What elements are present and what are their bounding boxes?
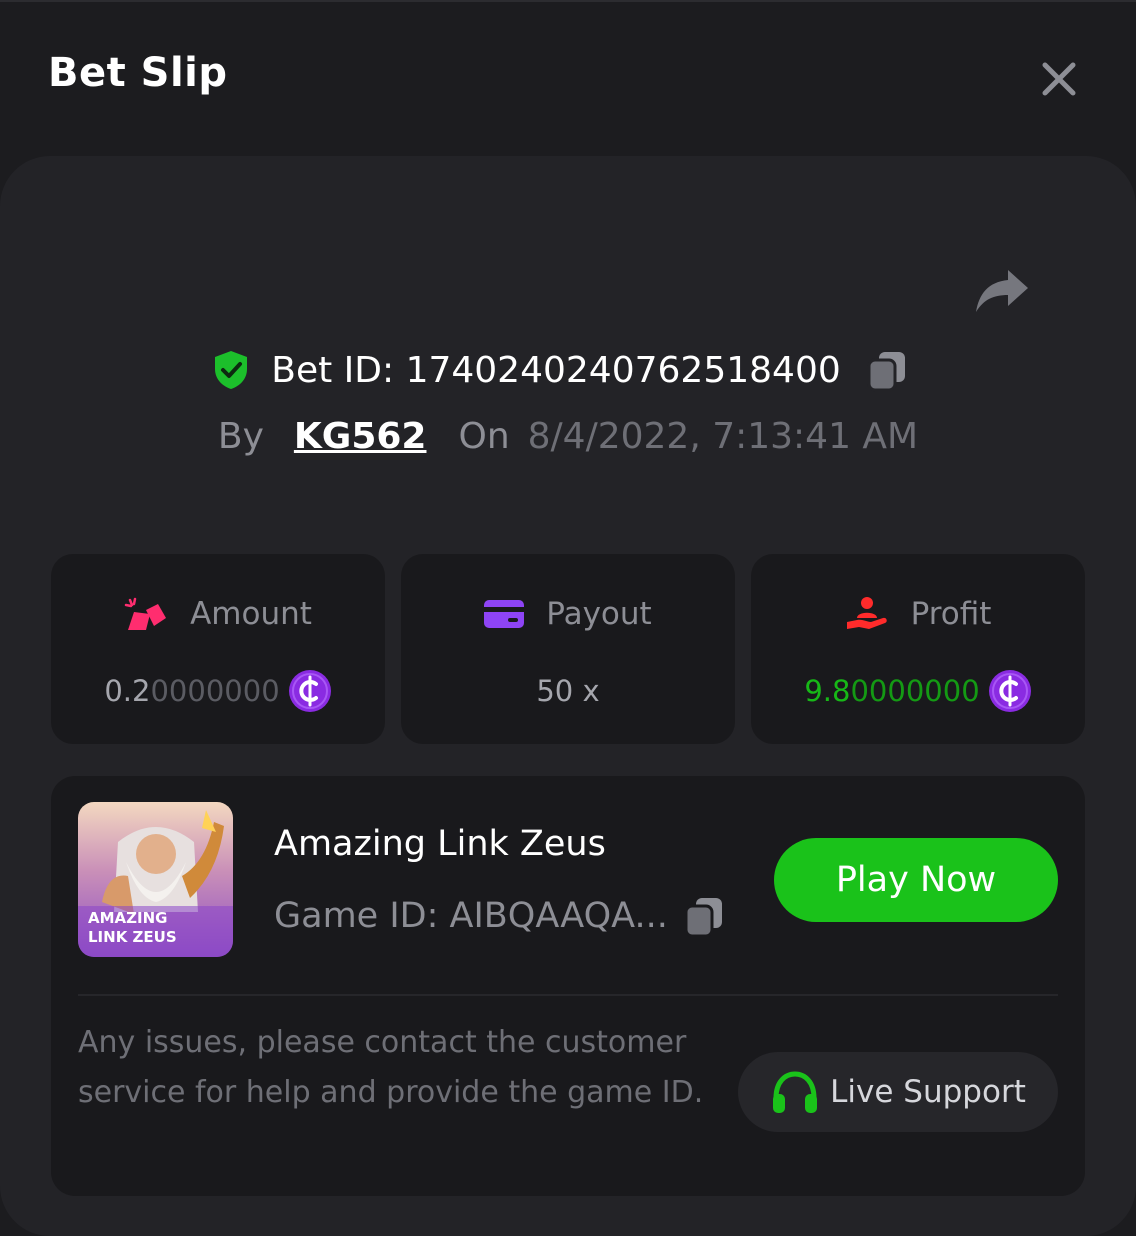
bet-id-row: Bet ID: 1740240240762518400 — [0, 344, 1136, 396]
on-label: On — [458, 415, 510, 457]
headset-icon — [773, 1071, 818, 1113]
by-label: By — [217, 415, 264, 457]
copy-icon[interactable] — [682, 894, 726, 938]
amount-label: Amount — [190, 596, 312, 632]
coin-icon — [988, 670, 1031, 712]
close-button[interactable] — [1036, 56, 1082, 102]
amount-value-main: 0.2 — [104, 674, 151, 708]
payout-label: Payout — [546, 596, 652, 632]
bet-datetime: 8/4/2022, 7:13:41 AM — [527, 415, 919, 457]
thumb-title-line1: AMAZING — [88, 909, 167, 927]
game-id: Game ID: AIBQAAQA... — [274, 896, 668, 936]
profit-label: Profit — [910, 596, 992, 632]
bet-meta-row: By KG562 On 8/4/2022, 7:13:41 AM — [0, 410, 1136, 462]
close-icon — [1042, 62, 1076, 96]
amount-tile: Amount 0.2 0000000 — [51, 554, 385, 744]
live-support-label: Live Support — [830, 1074, 1026, 1110]
profit-value-main: 9.8 — [804, 674, 851, 708]
divider — [78, 994, 1058, 996]
page-title: Bet Slip — [48, 50, 228, 96]
profit-tile: Profit 9.8 0000000 — [751, 554, 1085, 744]
payout-value: 50 x — [536, 674, 600, 708]
payout-tile: Payout 50 x — [401, 554, 735, 744]
game-thumbnail[interactable]: AMAZING LINK ZEUS — [78, 802, 233, 957]
amount-value-trailing: 0000000 — [150, 674, 280, 708]
thumb-title-line2: LINK ZEUS — [88, 928, 177, 946]
copy-icon[interactable] — [865, 348, 909, 392]
coins-icon — [124, 597, 167, 630]
coin-icon — [288, 670, 331, 712]
play-now-button[interactable]: Play Now — [774, 838, 1058, 922]
bet-id: Bet ID: 1740240240762518400 — [271, 349, 841, 391]
game-id-row: Game ID: AIBQAAQA... — [274, 892, 726, 940]
profit-value-trailing: 0000000 — [850, 674, 980, 708]
user-link[interactable]: KG562 — [294, 416, 427, 457]
support-notice: Any issues, please contact the customer … — [78, 1025, 704, 1110]
hand-user-icon — [846, 597, 887, 629]
share-icon[interactable] — [972, 264, 1032, 316]
shield-check-icon — [215, 351, 248, 389]
top-divider — [0, 0, 1136, 2]
game-name: Amazing Link Zeus — [274, 824, 606, 864]
live-support-button[interactable]: Live Support — [738, 1052, 1058, 1132]
card-icon — [484, 600, 525, 628]
